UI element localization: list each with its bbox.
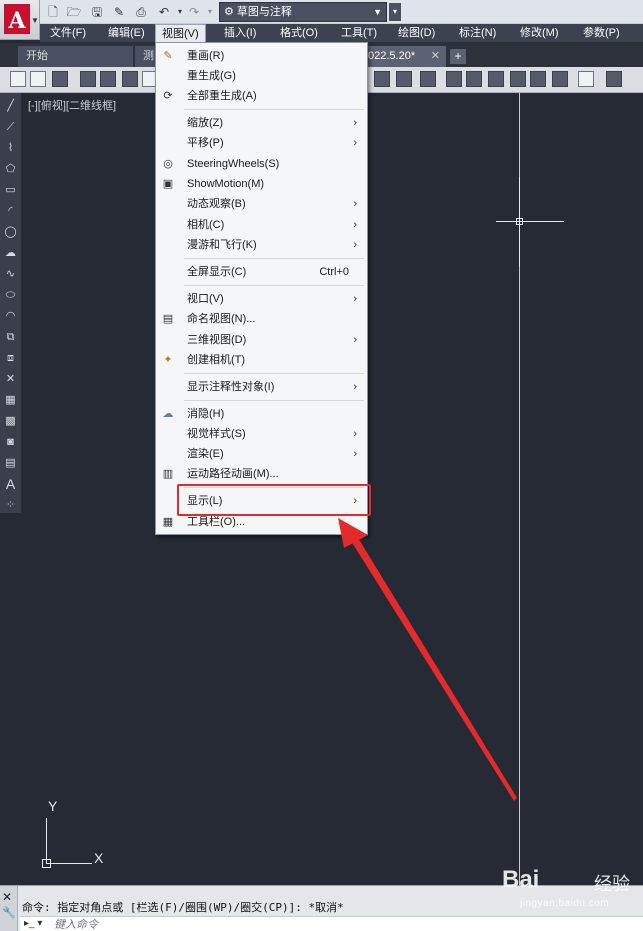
- arrow-shaft: [346, 528, 517, 801]
- annotation-arrow: [338, 518, 517, 801]
